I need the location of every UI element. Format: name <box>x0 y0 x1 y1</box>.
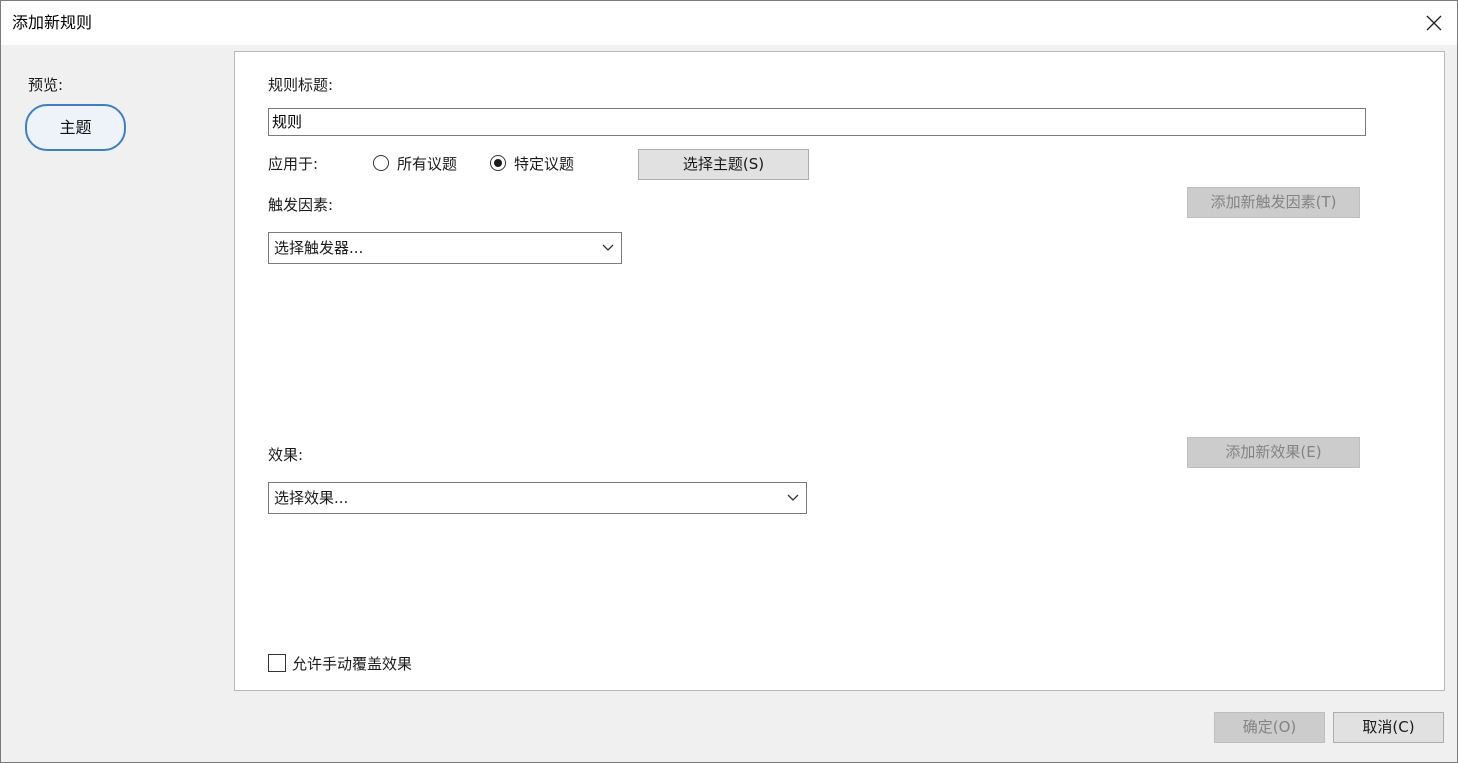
rule-title-input[interactable] <box>268 108 1366 136</box>
add-rule-dialog: 添加新规则 预览: 主题 规则标题: 应用于: 所有议题 特定议题 选择主题(S… <box>0 0 1458 763</box>
close-icon <box>1426 15 1442 31</box>
apply-to-label: 应用于: <box>268 155 319 173</box>
radio-all-topics[interactable] <box>373 155 389 171</box>
add-effect-button[interactable]: 添加新效果(E) <box>1187 437 1360 468</box>
chevron-down-icon <box>602 244 614 251</box>
allow-override-checkbox[interactable] <box>268 654 286 672</box>
radio-all-topics-label[interactable]: 所有议题 <box>397 154 457 174</box>
preview-topic-node: 主题 <box>25 104 126 151</box>
rule-settings-panel <box>234 51 1445 691</box>
cancel-button[interactable]: 取消(C) <box>1333 712 1444 743</box>
title-bar: 添加新规则 <box>1 1 1457 45</box>
radio-specific-topics[interactable] <box>490 155 506 171</box>
trigger-select-value: 选择触发器... <box>274 239 364 257</box>
dialog-title: 添加新规则 <box>12 13 93 32</box>
add-trigger-button[interactable]: 添加新触发因素(T) <box>1187 187 1360 218</box>
rule-title-label: 规则标题: <box>268 76 334 94</box>
radio-specific-topics-label[interactable]: 特定议题 <box>514 154 574 174</box>
trigger-select[interactable]: 选择触发器... <box>268 232 622 264</box>
chevron-down-icon <box>787 494 799 501</box>
effect-select-value: 选择效果... <box>274 489 349 507</box>
effect-select[interactable]: 选择效果... <box>268 482 807 514</box>
preview-label: 预览: <box>28 76 64 94</box>
close-button[interactable] <box>1411 1 1457 45</box>
allow-override-label[interactable]: 允许手动覆盖效果 <box>292 654 412 674</box>
select-topic-button[interactable]: 选择主题(S) <box>638 149 809 180</box>
effect-label: 效果: <box>268 446 304 464</box>
ok-button[interactable]: 确定(O) <box>1214 712 1325 743</box>
trigger-label: 触发因素: <box>268 196 334 214</box>
